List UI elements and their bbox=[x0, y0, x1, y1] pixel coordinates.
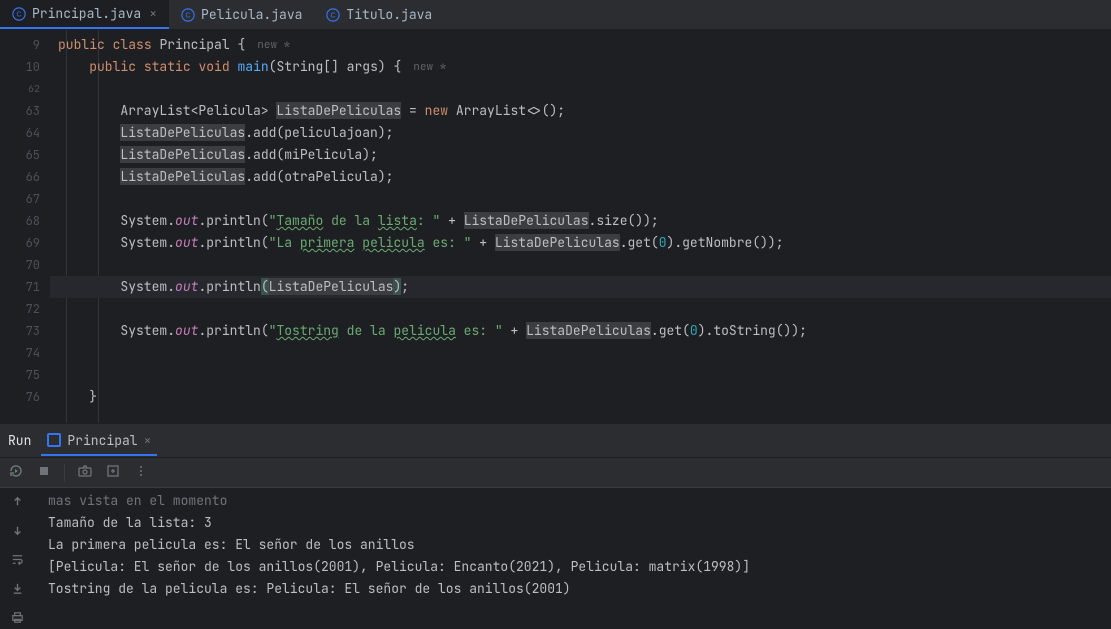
run-panel-title: Run bbox=[8, 432, 31, 449]
static-field: out bbox=[175, 212, 198, 229]
generic: <Pelicula> bbox=[191, 102, 277, 119]
close: ); bbox=[362, 146, 378, 163]
arg: peliculajoan bbox=[284, 124, 378, 141]
call: .println( bbox=[198, 212, 268, 229]
tab-label: Principal.java bbox=[32, 5, 141, 22]
expr: ArrayList<>(); bbox=[448, 102, 565, 119]
line-number: 76 bbox=[0, 386, 50, 408]
svg-text:C: C bbox=[331, 12, 336, 19]
tab-label: Pelicula.java bbox=[201, 6, 302, 23]
export-icon[interactable] bbox=[105, 463, 121, 483]
rerun-icon[interactable] bbox=[8, 463, 24, 483]
down-arrow-icon[interactable] bbox=[10, 523, 25, 542]
run-console: mas vista en el momentoTamaño de la list… bbox=[0, 487, 1111, 605]
scroll-end-icon[interactable] bbox=[10, 581, 25, 600]
line-number: 64 bbox=[0, 122, 50, 144]
close-icon[interactable]: × bbox=[149, 5, 157, 22]
line-number: 74 bbox=[0, 342, 50, 364]
variable: ListaDePeliculas bbox=[495, 234, 620, 251]
line-number: 63 bbox=[0, 100, 50, 122]
keyword: public bbox=[89, 58, 136, 75]
brace: } bbox=[89, 388, 97, 405]
variable: ListaDePeliculas bbox=[526, 322, 651, 339]
run-panel-header: Run Principal × bbox=[0, 423, 1111, 457]
arg: otraPelicula bbox=[284, 168, 378, 185]
console-gutter bbox=[0, 488, 34, 605]
console-line: Tamaño de la lista: 3 bbox=[48, 512, 1111, 534]
variable: ListaDePeliculas bbox=[464, 212, 589, 229]
keyword: new bbox=[425, 102, 448, 119]
class-icon: C bbox=[326, 8, 340, 22]
variable: ListaDePeliculas bbox=[120, 168, 245, 185]
brace: { bbox=[386, 58, 402, 75]
line-number-gutter: 9 10 62 63 64 65 66 67 68 69 70 71 72 73… bbox=[0, 30, 50, 423]
type: ArrayList bbox=[120, 102, 190, 119]
keyword: void bbox=[198, 58, 229, 75]
print-icon[interactable] bbox=[10, 610, 25, 629]
variable: ListaDePeliculas bbox=[120, 124, 245, 141]
call: .add( bbox=[245, 168, 284, 185]
separator bbox=[64, 464, 65, 482]
variable: ListaDePeliculas bbox=[276, 102, 401, 119]
stop-icon[interactable] bbox=[36, 463, 52, 483]
svg-text:C: C bbox=[16, 11, 21, 18]
line-number: 65 bbox=[0, 144, 50, 166]
more-icon[interactable] bbox=[133, 463, 149, 483]
console-line: La primera pelicula es: El señor de los … bbox=[48, 534, 1111, 556]
console-line: Tostring de la pelicula es: Pelicula: El… bbox=[48, 578, 1111, 600]
brace: { bbox=[230, 36, 246, 53]
call: .add( bbox=[245, 124, 284, 141]
variable: ListaDePeliculas bbox=[269, 278, 394, 295]
method-name: main bbox=[237, 58, 268, 75]
keyword: public bbox=[58, 36, 105, 53]
inline-hint: new * bbox=[257, 34, 290, 56]
line-number: 68 bbox=[0, 210, 50, 232]
class-icon: C bbox=[181, 8, 195, 22]
line-number: 66 bbox=[0, 166, 50, 188]
tab-titulo[interactable]: C Titulo.java bbox=[314, 0, 444, 29]
up-arrow-icon[interactable] bbox=[10, 494, 25, 513]
editor-tabs: C Principal.java × C Pelicula.java C Tit… bbox=[0, 0, 1111, 30]
wrap-icon[interactable] bbox=[10, 552, 25, 571]
run-tab[interactable]: Principal × bbox=[41, 426, 157, 456]
tab-pelicula[interactable]: C Pelicula.java bbox=[169, 0, 314, 29]
close-icon[interactable]: × bbox=[144, 432, 152, 449]
line-number: 67 bbox=[0, 188, 50, 210]
run-toolbar bbox=[0, 457, 1111, 487]
close: ); bbox=[378, 168, 394, 185]
tab-label: Titulo.java bbox=[346, 6, 432, 23]
line-number: 75 bbox=[0, 364, 50, 386]
console-output[interactable]: mas vista en el momentoTamaño de la list… bbox=[34, 488, 1111, 605]
svg-text:C: C bbox=[185, 12, 190, 19]
tab-principal[interactable]: C Principal.java × bbox=[0, 0, 169, 29]
camera-icon[interactable] bbox=[77, 463, 93, 483]
line-number: 72 bbox=[0, 298, 50, 320]
close: ); bbox=[378, 124, 394, 141]
params: (String[] args) bbox=[269, 58, 386, 75]
app-icon bbox=[47, 433, 61, 447]
line-number: 73 bbox=[0, 320, 50, 342]
run-tab-label: Principal bbox=[67, 432, 137, 449]
variable: ListaDePeliculas bbox=[120, 146, 245, 163]
console-line: [Pelicula: El señor de los anillos(2001)… bbox=[48, 556, 1111, 578]
code-body[interactable]: public class Principal { new * public sta… bbox=[50, 30, 1111, 423]
line-number: 62 bbox=[0, 78, 50, 100]
code-editor[interactable]: 9 10 62 63 64 65 66 67 68 69 70 71 72 73… bbox=[0, 30, 1111, 423]
line-number: 70 bbox=[0, 254, 50, 276]
keyword: static bbox=[144, 58, 191, 75]
line-number: 69 bbox=[0, 232, 50, 254]
keyword: class bbox=[113, 36, 152, 53]
class-name: Principal bbox=[159, 36, 229, 53]
class-icon: C bbox=[12, 7, 26, 21]
inline-hint: new * bbox=[413, 56, 446, 78]
class: System bbox=[120, 212, 167, 229]
line-number: 10 bbox=[0, 56, 50, 78]
line-number: 71 bbox=[0, 276, 50, 298]
call: .add( bbox=[245, 146, 284, 163]
arg: miPelicula bbox=[284, 146, 362, 163]
line-number: 9 bbox=[0, 34, 50, 56]
console-line: mas vista en el momento bbox=[48, 490, 1111, 512]
